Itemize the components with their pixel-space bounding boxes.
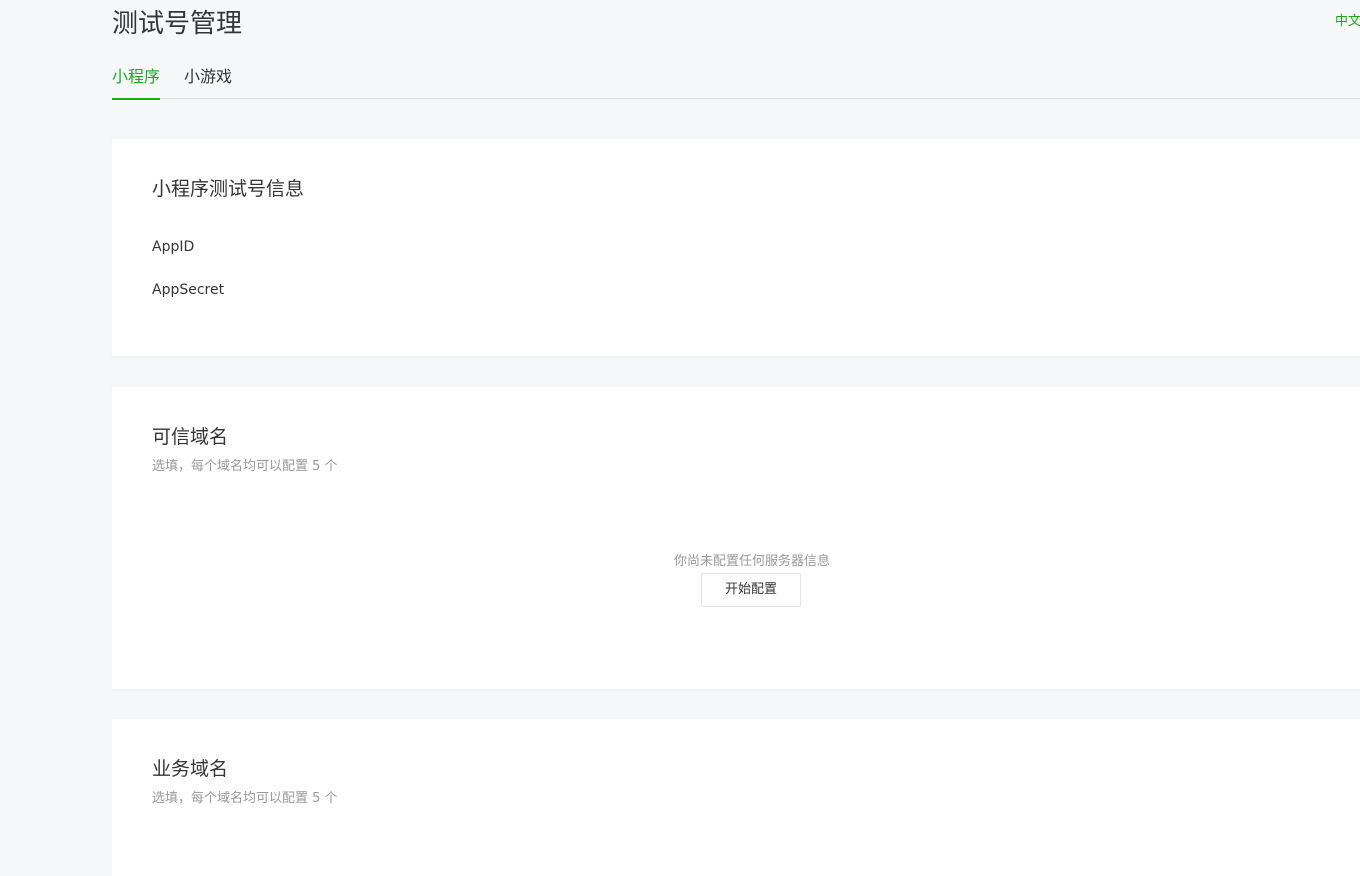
trusted-domains-card: 可信域名 选填，每个域名均可以配置 5 个 你尚未配置任何服务器信息 开始配置 — [112, 387, 1360, 689]
account-info-title: 小程序测试号信息 — [152, 178, 305, 200]
appsecret-label: AppSecret — [152, 282, 225, 298]
page: 测试号管理 中文 小程序 小游戏 小程序测试号信息 AppID AppSecre… — [0, 0, 1360, 876]
page-title: 测试号管理 — [112, 9, 243, 39]
start-config-button[interactable]: 开始配置 — [701, 573, 801, 607]
trusted-domains-description: 选填，每个域名均可以配置 5 个 — [152, 459, 338, 474]
business-domains-description: 选填，每个域名均可以配置 5 个 — [152, 791, 338, 806]
empty-server-info-text: 你尚未配置任何服务器信息 — [673, 554, 830, 569]
appid-label: AppID — [152, 239, 195, 255]
tab-mini-program[interactable]: 小程序 — [112, 64, 161, 100]
tab-bar: 小程序 小游戏 — [112, 60, 1360, 100]
business-domains-title: 业务域名 — [152, 758, 229, 780]
tab-mini-game[interactable]: 小游戏 — [184, 64, 232, 90]
language-switch-link[interactable]: 中文 — [1335, 12, 1360, 32]
business-domains-card: 业务域名 选填，每个域名均可以配置 5 个 — [112, 719, 1360, 876]
account-info-card: 小程序测试号信息 AppID AppSecret — [112, 139, 1360, 356]
trusted-domains-title: 可信域名 — [152, 426, 229, 448]
